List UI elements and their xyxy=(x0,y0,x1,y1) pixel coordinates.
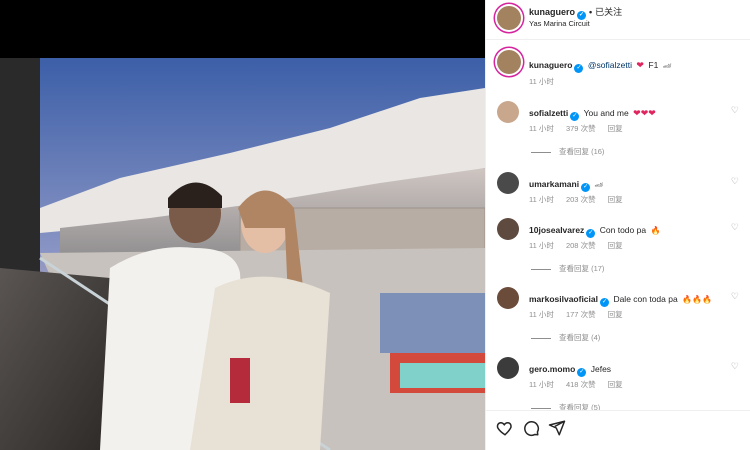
emoji-icon: 🏎 xyxy=(594,182,604,189)
comment-time[interactable]: 11 小时 xyxy=(529,380,554,389)
photo-letterbox xyxy=(0,0,485,58)
verified-icon: ✓ xyxy=(586,229,596,238)
comment-like-heart-icon[interactable]: ♡ xyxy=(731,176,739,187)
hearts-emoji: ❤❤❤ xyxy=(633,108,656,118)
comment-line: umarkamani ✓ 🏎 xyxy=(529,174,603,192)
caption-time[interactable]: 11 小时 xyxy=(529,77,554,86)
caption-avatar[interactable] xyxy=(497,50,521,74)
comment-likes[interactable]: 203 次赞 xyxy=(566,195,596,204)
comment-username[interactable]: markosilvaoficial xyxy=(529,294,598,304)
comment-line: 10josealvarez ✓ Con todo pa 🔥 xyxy=(529,220,661,238)
comment-text: Dale con toda pa xyxy=(613,294,678,304)
heart-icon[interactable] xyxy=(496,419,514,437)
circuit-photo-illustration xyxy=(0,58,485,450)
caption-meta: 11 小时 xyxy=(529,76,564,87)
verified-icon: ✓ xyxy=(581,183,591,192)
comments-list[interactable]: kunaguero ✓ @sofialzetti ❤ F1 🏎 11 小时 sof… xyxy=(486,41,750,411)
header-location[interactable]: Yas Marina Circuit xyxy=(529,19,590,28)
comment-text: You and me xyxy=(583,108,629,118)
header-avatar[interactable] xyxy=(497,6,521,30)
comment-line: gero.momo ✓ Jefes xyxy=(529,359,611,377)
comment-likes[interactable]: 379 次赞 xyxy=(566,124,596,133)
comment-time[interactable]: 11 小时 xyxy=(529,124,554,133)
replies-line xyxy=(531,268,551,270)
comment-time[interactable]: 11 小时 xyxy=(529,195,554,204)
replies-line xyxy=(531,407,551,409)
reply-button[interactable]: 回复 xyxy=(608,241,623,250)
comment-likes[interactable]: 418 次赞 xyxy=(566,380,596,389)
post-actions-bar xyxy=(486,410,750,450)
view-replies-label[interactable]: 查看回复 (16) xyxy=(559,147,604,156)
post-side-panel: kunaguero ✓ • 已关注 Yas Marina Circuit kunagu… xyxy=(485,0,750,450)
comment-like-heart-icon[interactable]: ♡ xyxy=(731,361,739,372)
caption-mention[interactable]: @sofialzetti xyxy=(588,60,632,70)
comment-username[interactable]: umarkamani xyxy=(529,179,579,189)
verified-icon: ✓ xyxy=(570,112,580,121)
post-header: kunaguero ✓ • 已关注 Yas Marina Circuit xyxy=(486,0,750,40)
heart-emoji-icon: ❤ xyxy=(636,60,644,70)
replies-line xyxy=(531,337,551,339)
caption-text: F1 xyxy=(648,60,659,70)
comment-like-heart-icon[interactable]: ♡ xyxy=(731,291,739,302)
comment-meta: 11 小时 208 次赞 回复 xyxy=(529,240,633,251)
comment-text: Con todo pa xyxy=(599,225,647,235)
comment-like-heart-icon[interactable]: ♡ xyxy=(731,105,739,116)
header-user-line: kunaguero ✓ • 已关注 xyxy=(529,5,622,20)
reply-button[interactable]: 回复 xyxy=(608,310,623,319)
comment-avatar[interactable] xyxy=(497,101,519,123)
comment-meta: 11 小时 418 次赞 回复 xyxy=(529,379,633,390)
comment-time[interactable]: 11 小时 xyxy=(529,310,554,319)
comment-meta: 11 小时 379 次赞 回复 xyxy=(529,123,633,134)
view-replies[interactable]: 查看回复 (4) xyxy=(531,332,600,343)
view-replies[interactable]: 查看回复 (17) xyxy=(531,263,604,274)
comment-likes[interactable]: 177 次赞 xyxy=(566,310,596,319)
comment-username[interactable]: gero.momo xyxy=(529,364,575,374)
comment-likes[interactable]: 208 次赞 xyxy=(566,241,596,250)
comment-avatar[interactable] xyxy=(497,218,519,240)
share-icon[interactable] xyxy=(548,419,566,437)
replies-line xyxy=(531,151,551,153)
reply-button[interactable]: 回复 xyxy=(608,195,623,204)
comment-icon[interactable] xyxy=(522,419,540,437)
post-photo[interactable] xyxy=(0,0,485,450)
comment-avatar[interactable] xyxy=(497,172,519,194)
caption-username[interactable]: kunaguero xyxy=(529,60,572,70)
comment-username[interactable]: 10josealvarez xyxy=(529,225,584,235)
verified-icon: ✓ xyxy=(599,298,609,307)
photo-scene xyxy=(0,58,485,450)
comment-line: sofialzetti ✓ You and me ❤❤❤ xyxy=(529,103,656,121)
comment-avatar[interactable] xyxy=(497,357,519,379)
comment-meta: 11 小时 203 次赞 回复 xyxy=(529,194,633,205)
view-replies-label[interactable]: 查看回复 (4) xyxy=(559,333,600,342)
view-replies-label[interactable]: 查看回复 (17) xyxy=(559,264,604,273)
comment-meta: 11 小时 177 次赞 回复 xyxy=(529,309,633,320)
comment-time[interactable]: 11 小时 xyxy=(529,241,554,250)
view-replies[interactable]: 查看回复 (16) xyxy=(531,146,604,157)
verified-icon: ✓ xyxy=(577,368,587,377)
reply-button[interactable]: 回复 xyxy=(608,124,623,133)
fire-emoji-icon: 🔥 xyxy=(650,226,661,235)
comment-line: markosilvaoficial ✓ Dale con toda pa 🔥🔥🔥 xyxy=(529,289,712,307)
separator-dot: • xyxy=(589,7,593,17)
caption-line: kunaguero ✓ @sofialzetti ❤ F1 🏎 xyxy=(529,55,672,73)
verified-icon: ✓ xyxy=(574,64,584,73)
reply-button[interactable]: 回复 xyxy=(608,380,623,389)
comment-username[interactable]: sofialzetti xyxy=(529,108,568,118)
comment-text: Jefes xyxy=(590,364,612,374)
comment-avatar[interactable] xyxy=(497,287,519,309)
header-username[interactable]: kunaguero xyxy=(529,7,575,17)
car-emoji-icon: 🏎 xyxy=(662,63,672,70)
follow-button[interactable]: 已关注 xyxy=(595,7,622,17)
comment-like-heart-icon[interactable]: ♡ xyxy=(731,222,739,233)
fire-emoji-icon: 🔥🔥🔥 xyxy=(682,295,713,304)
